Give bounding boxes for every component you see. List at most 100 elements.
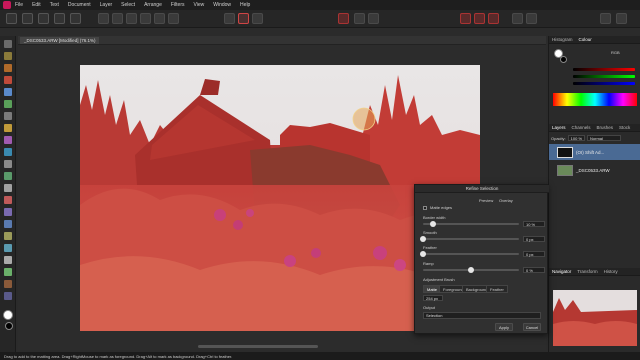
red-eye-icon[interactable] xyxy=(4,220,12,228)
color-picker-icon[interactable] xyxy=(4,136,12,144)
freehand-select-icon[interactable] xyxy=(4,112,12,120)
align-icon[interactable] xyxy=(368,13,379,24)
selection-intersect-icon[interactable] xyxy=(488,13,499,24)
macros-icon[interactable] xyxy=(168,13,179,24)
apply-button[interactable]: Apply xyxy=(495,323,513,331)
ramp-value[interactable]: 0 % xyxy=(523,267,545,273)
tab-transform[interactable]: Transform xyxy=(574,269,600,274)
menu-document[interactable]: Document xyxy=(68,2,91,8)
dodge-tool-icon[interactable] xyxy=(4,172,12,180)
menu-view[interactable]: View xyxy=(194,2,205,8)
tab-histogram[interactable]: Histogram xyxy=(549,37,576,42)
menu-text[interactable]: Text xyxy=(50,2,59,8)
brushes-icon[interactable] xyxy=(140,13,151,24)
red-slider[interactable] xyxy=(573,68,635,71)
develop-persona-icon[interactable] xyxy=(38,13,49,24)
layers-icon[interactable] xyxy=(154,13,165,24)
feather-slider[interactable] xyxy=(420,251,519,257)
feather-value[interactable]: 0 px xyxy=(523,251,545,257)
selection-subtract-icon[interactable] xyxy=(474,13,485,24)
tab-brushes[interactable]: Brushes xyxy=(594,125,617,130)
crop-tool-icon[interactable] xyxy=(4,64,12,72)
selection-brush-icon[interactable] xyxy=(4,76,12,84)
text-tool-icon[interactable] xyxy=(4,256,12,264)
mesh-warp-icon[interactable] xyxy=(4,292,12,300)
styles-icon[interactable] xyxy=(126,13,137,24)
primary-color-icon[interactable] xyxy=(3,310,13,320)
smudge-tool-icon[interactable] xyxy=(4,280,12,288)
arrange-front-icon[interactable] xyxy=(512,13,523,24)
selection-mode-icon[interactable] xyxy=(238,13,249,24)
menu-help[interactable]: Help xyxy=(240,2,250,8)
feather-knob[interactable] xyxy=(420,251,426,257)
document-tab[interactable]: _DSC0533.ARW [Modified] (76.1%) xyxy=(20,37,100,44)
healing-brush-icon[interactable] xyxy=(4,196,12,204)
assistant-icon[interactable] xyxy=(600,13,611,24)
liquify-persona-icon[interactable] xyxy=(22,13,33,24)
arrange-back-icon[interactable] xyxy=(526,13,537,24)
flood-select-icon[interactable] xyxy=(4,88,12,96)
marquee-icon[interactable] xyxy=(4,100,12,108)
opacity-field[interactable]: 100 % xyxy=(567,135,586,141)
menu-layer[interactable]: Layer xyxy=(100,2,113,8)
menu-edit[interactable]: Edit xyxy=(32,2,41,8)
matte-edges-checkbox[interactable] xyxy=(423,206,427,210)
blend-mode-select[interactable]: Normal xyxy=(587,135,622,141)
filters-icon[interactable] xyxy=(112,13,123,24)
tab-history[interactable]: History xyxy=(601,269,621,274)
secondary-color-icon[interactable] xyxy=(5,322,13,330)
layer-row[interactable]: _DSC0533.ARW xyxy=(549,162,640,178)
export-persona-icon[interactable] xyxy=(70,13,81,24)
pen-tool-icon[interactable] xyxy=(4,232,12,240)
blue-slider[interactable] xyxy=(573,82,635,85)
border-width-slider[interactable] xyxy=(423,221,519,227)
view-tool-icon[interactable] xyxy=(4,52,12,60)
tab-channels[interactable]: Channels xyxy=(569,125,594,130)
gradient-tool-icon[interactable] xyxy=(4,268,12,276)
menu-arrange[interactable]: Arrange xyxy=(144,2,162,8)
preview-mode-select[interactable]: Overlay xyxy=(499,198,513,203)
ramp-knob[interactable] xyxy=(468,267,474,273)
tab-navigator[interactable]: Navigator xyxy=(549,269,574,274)
menu-select[interactable]: Select xyxy=(121,2,135,8)
border-width-value[interactable]: 10 % xyxy=(523,221,545,227)
tone-mapping-persona-icon[interactable] xyxy=(54,13,65,24)
smooth-knob[interactable] xyxy=(420,236,426,242)
color-spectrum[interactable] xyxy=(553,93,637,106)
tab-layers[interactable]: Layers xyxy=(549,125,569,130)
tab-colour[interactable]: Colour xyxy=(576,37,595,42)
green-slider[interactable] xyxy=(573,75,635,78)
menu-file[interactable]: File xyxy=(15,2,23,8)
navigator-preview[interactable] xyxy=(553,290,637,346)
move-tool-icon[interactable] xyxy=(4,40,12,48)
color-model-select[interactable]: RGB xyxy=(611,50,620,55)
cancel-button[interactable]: Cancel xyxy=(523,323,541,331)
layer-row[interactable]: (OI) Shift Ad... xyxy=(549,144,640,160)
selection-add-icon[interactable] xyxy=(460,13,471,24)
clone-tool-icon[interactable] xyxy=(4,184,12,192)
quick-mask-icon[interactable] xyxy=(338,13,349,24)
horizontal-scrollbar[interactable] xyxy=(198,345,318,348)
adjustments-icon[interactable] xyxy=(98,13,109,24)
smooth-value[interactable]: 0 px xyxy=(523,236,545,242)
mask-icon[interactable] xyxy=(252,13,263,24)
grid-icon[interactable] xyxy=(224,13,235,24)
fill-tool-icon[interactable] xyxy=(4,148,12,156)
snap-icon[interactable] xyxy=(354,13,365,24)
smooth-slider[interactable] xyxy=(420,236,519,242)
tab-stock[interactable]: Stock xyxy=(616,125,633,130)
photo-persona-icon[interactable] xyxy=(6,13,17,24)
ramp-slider[interactable] xyxy=(423,267,519,273)
brush-size-field[interactable]: 254 px xyxy=(423,295,443,301)
blemish-tool-icon[interactable] xyxy=(4,208,12,216)
shape-tool-icon[interactable] xyxy=(4,244,12,252)
brush-mode-feather[interactable]: Feather xyxy=(486,285,508,293)
stroke-color-swatch[interactable] xyxy=(560,56,567,63)
erase-brush-icon[interactable] xyxy=(4,160,12,168)
output-select[interactable]: Selection xyxy=(423,312,541,319)
paint-brush-icon[interactable] xyxy=(4,124,12,132)
menu-window[interactable]: Window xyxy=(213,2,231,8)
settings-icon[interactable] xyxy=(616,13,627,24)
menu-filters[interactable]: Filters xyxy=(171,2,185,8)
border-width-knob[interactable] xyxy=(429,221,436,227)
